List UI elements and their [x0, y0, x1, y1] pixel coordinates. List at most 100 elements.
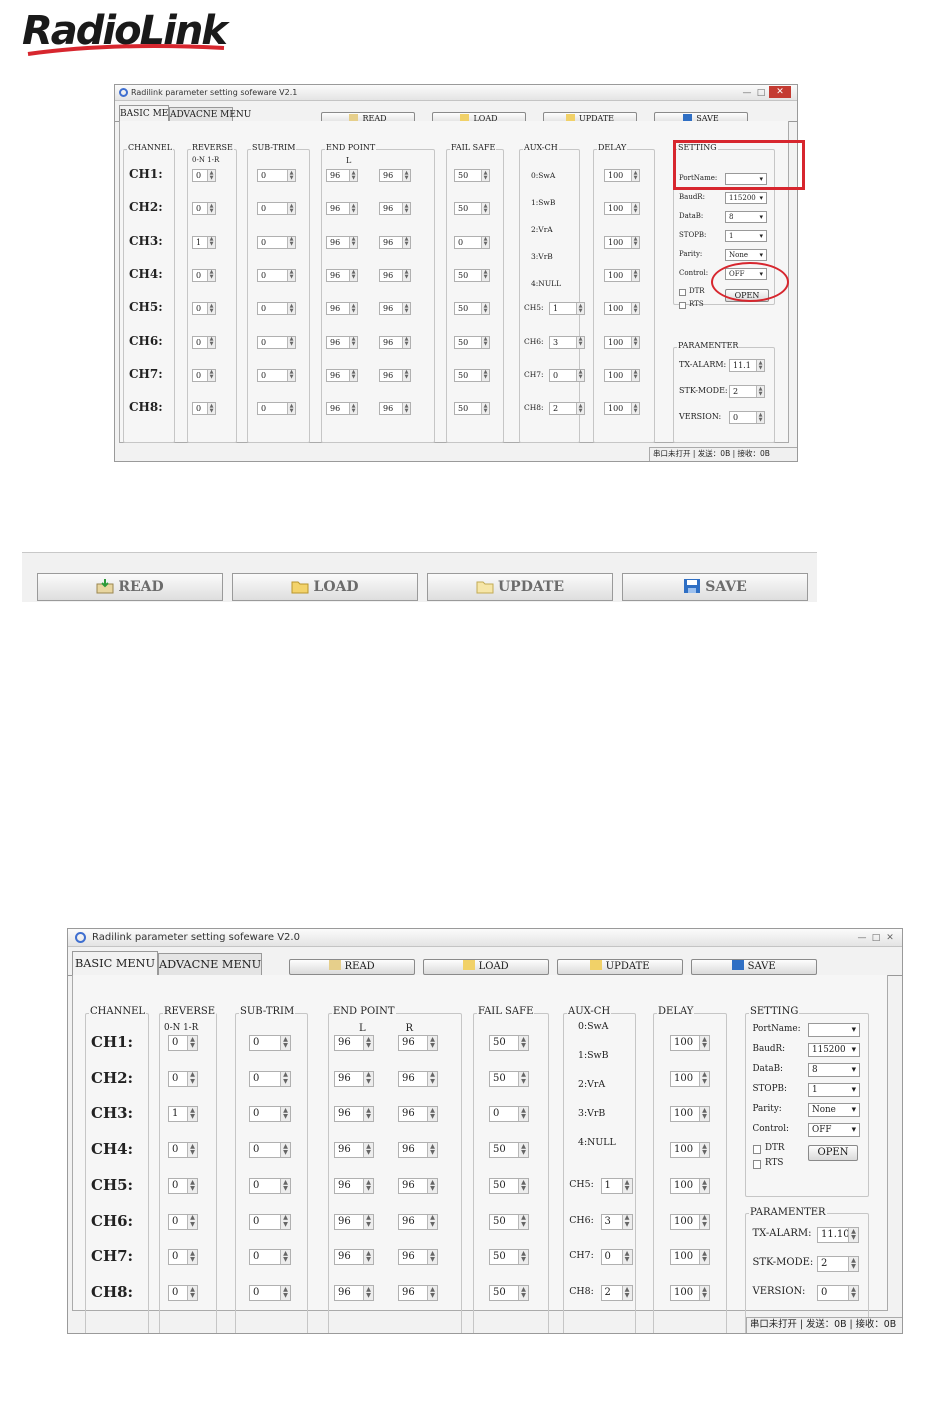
spinner-arrows-icon[interactable]: ▲ ▼ — [280, 1071, 290, 1086]
endpoint-r-spinner-ch3[interactable]: 96 ▲ ▼ — [398, 1106, 438, 1123]
spinner-arrows-icon[interactable]: ▲ ▼ — [481, 403, 489, 415]
tab-basic-menu[interactable]: BASIC MENU — [72, 951, 158, 976]
dtr-checkbox[interactable] — [752, 1145, 762, 1154]
spinner-arrows-icon[interactable]: ▲ ▼ — [427, 1036, 437, 1050]
spinner-arrows-icon[interactable]: ▲ ▼ — [631, 336, 639, 348]
spinner-arrows-icon[interactable]: ▲ ▼ — [631, 203, 639, 215]
reverse-spinner-ch7[interactable]: 0 ▲ ▼ — [192, 368, 216, 382]
spinner-arrows-icon[interactable]: ▲ ▼ — [481, 303, 489, 315]
delay-spinner-ch2[interactable]: 100 ▲ ▼ — [670, 1070, 710, 1087]
reverse-spinner-ch6[interactable]: 0 ▲ ▼ — [168, 1213, 198, 1230]
failsafe-spinner-ch5[interactable]: 50 ▲ ▼ — [454, 302, 490, 316]
reverse-spinner-ch3[interactable]: 1 ▲ ▼ — [192, 235, 216, 249]
endpoint-l-spinner-ch3[interactable]: 96 ▲ ▼ — [334, 1106, 374, 1123]
spinner-arrows-icon[interactable]: ▲ ▼ — [349, 203, 357, 215]
spinner-arrows-icon[interactable]: ▲ ▼ — [402, 403, 410, 415]
spinner-arrows-icon[interactable]: ▲ ▼ — [287, 403, 295, 415]
spinner-arrows-icon[interactable]: ▲ ▼ — [207, 403, 215, 415]
rts-checkbox[interactable] — [752, 1160, 762, 1169]
spinner-arrows-icon[interactable]: ▲ ▼ — [287, 269, 295, 281]
spinner-arrows-icon[interactable]: ▲ ▼ — [699, 1071, 709, 1086]
spinner-arrows-icon[interactable]: ▲ ▼ — [621, 1250, 632, 1265]
spinner-arrows-icon[interactable]: ▲ ▼ — [187, 1250, 197, 1265]
delay-spinner-ch8[interactable]: 100 ▲ ▼ — [670, 1284, 710, 1301]
subtrim-spinner-ch8[interactable]: 0 ▲ ▼ — [249, 1284, 291, 1301]
spinner-arrows-icon[interactable]: ▲ ▼ — [518, 1143, 528, 1158]
spinner-arrows-icon[interactable]: ▲ ▼ — [699, 1143, 709, 1158]
aux-ch-spinner-7[interactable]: 0 ▲ ▼ — [600, 1249, 633, 1266]
spinner-arrows-icon[interactable]: ▲ ▼ — [363, 1285, 373, 1300]
delay-spinner-ch1[interactable]: 100 ▲ ▼ — [670, 1035, 710, 1051]
endpoint-l-spinner-ch1[interactable]: 96 ▲ ▼ — [334, 1035, 374, 1051]
spinner-arrows-icon[interactable]: ▲ ▼ — [363, 1143, 373, 1158]
endpoint-r-spinner-ch6[interactable]: 96 ▲ ▼ — [379, 335, 411, 349]
spinner-arrows-icon[interactable]: ▲ ▼ — [207, 236, 215, 248]
endpoint-l-spinner-ch5[interactable]: 96 ▲ ▼ — [334, 1177, 374, 1194]
endpoint-r-spinner-ch5[interactable]: 96 ▲ ▼ — [379, 302, 411, 316]
stop-bits-select[interactable]: 1 ▾ — [725, 230, 767, 242]
load-button[interactable]: LOAD — [423, 959, 549, 975]
spinner-arrows-icon[interactable]: ▲ ▼ — [427, 1071, 437, 1086]
spinner-arrows-icon[interactable]: ▲ ▼ — [363, 1178, 373, 1193]
endpoint-l-spinner-ch8[interactable]: 96 ▲ ▼ — [334, 1284, 374, 1301]
subtrim-spinner-ch8[interactable]: 0 ▲ ▼ — [257, 402, 296, 416]
spinner-arrows-icon[interactable]: ▲ ▼ — [427, 1250, 437, 1265]
reverse-spinner-ch1[interactable]: 0 ▲ ▼ — [168, 1035, 198, 1051]
endpoint-r-spinner-ch3[interactable]: 96 ▲ ▼ — [379, 235, 411, 249]
spinner-arrows-icon[interactable]: ▲ ▼ — [207, 369, 215, 381]
failsafe-spinner-ch8[interactable]: 50 ▲ ▼ — [454, 402, 490, 416]
spinner-arrows-icon[interactable]: ▲ ▼ — [349, 403, 357, 415]
data-bits-select[interactable]: 8 ▾ — [808, 1063, 860, 1077]
tab-advance-menu[interactable]: ADVACNE MENU — [158, 953, 262, 976]
aux-ch-spinner-8[interactable]: 2 ▲ ▼ — [549, 402, 585, 416]
spinner-arrows-icon[interactable]: ▲ ▼ — [756, 412, 764, 423]
minimize-icon[interactable]: — — [856, 930, 868, 947]
spinner-arrows-icon[interactable]: ▲ ▼ — [280, 1178, 290, 1193]
subtrim-spinner-ch2[interactable]: 0 ▲ ▼ — [249, 1070, 291, 1087]
spinner-arrows-icon[interactable]: ▲ ▼ — [287, 336, 295, 348]
aux-ch-spinner-5[interactable]: 1 ▲ ▼ — [600, 1177, 633, 1194]
spinner-arrows-icon[interactable]: ▲ ▼ — [349, 170, 357, 181]
subtrim-spinner-ch6[interactable]: 0 ▲ ▼ — [249, 1213, 291, 1230]
subtrim-spinner-ch1[interactable]: 0 ▲ ▼ — [257, 169, 296, 182]
spinner-arrows-icon[interactable]: ▲ ▼ — [576, 336, 584, 348]
spinner-arrows-icon[interactable]: ▲ ▼ — [280, 1036, 290, 1050]
tx-alarm-spinner[interactable]: 11.10 ▲ ▼ — [817, 1227, 859, 1243]
failsafe-spinner-ch7[interactable]: 50 ▲ ▼ — [489, 1249, 529, 1266]
spinner-arrows-icon[interactable]: ▲ ▼ — [427, 1214, 437, 1229]
endpoint-l-spinner-ch3[interactable]: 96 ▲ ▼ — [326, 235, 358, 249]
spinner-arrows-icon[interactable]: ▲ ▼ — [402, 269, 410, 281]
strip-read-button[interactable]: READ — [37, 573, 223, 601]
aux-ch-spinner-6[interactable]: 3 ▲ ▼ — [549, 335, 585, 349]
spinner-arrows-icon[interactable]: ▲ ▼ — [848, 1257, 858, 1271]
failsafe-spinner-ch1[interactable]: 50 ▲ ▼ — [489, 1035, 529, 1051]
endpoint-l-spinner-ch6[interactable]: 96 ▲ ▼ — [334, 1213, 374, 1230]
spinner-arrows-icon[interactable]: ▲ ▼ — [756, 360, 764, 371]
strip-load-button[interactable]: LOAD — [232, 573, 418, 601]
spinner-arrows-icon[interactable]: ▲ ▼ — [187, 1178, 197, 1193]
failsafe-spinner-ch1[interactable]: 50 ▲ ▼ — [454, 169, 490, 182]
spinner-arrows-icon[interactable]: ▲ ▼ — [207, 203, 215, 215]
delay-spinner-ch4[interactable]: 100 ▲ ▼ — [670, 1142, 710, 1159]
spinner-arrows-icon[interactable]: ▲ ▼ — [518, 1036, 528, 1050]
reverse-spinner-ch1[interactable]: 0 ▲ ▼ — [192, 169, 216, 182]
spinner-arrows-icon[interactable]: ▲ ▼ — [481, 369, 489, 381]
reverse-spinner-ch8[interactable]: 0 ▲ ▼ — [168, 1284, 198, 1301]
spinner-arrows-icon[interactable]: ▲ ▼ — [518, 1214, 528, 1229]
subtrim-spinner-ch6[interactable]: 0 ▲ ▼ — [257, 335, 296, 349]
endpoint-l-spinner-ch8[interactable]: 96 ▲ ▼ — [326, 402, 358, 416]
spinner-arrows-icon[interactable]: ▲ ▼ — [699, 1250, 709, 1265]
spinner-arrows-icon[interactable]: ▲ ▼ — [349, 303, 357, 315]
spinner-arrows-icon[interactable]: ▲ ▼ — [427, 1107, 437, 1122]
endpoint-r-spinner-ch7[interactable]: 96 ▲ ▼ — [379, 368, 411, 382]
spinner-arrows-icon[interactable]: ▲ ▼ — [287, 236, 295, 248]
open-button[interactable]: OPEN — [808, 1145, 858, 1161]
spinner-arrows-icon[interactable]: ▲ ▼ — [287, 369, 295, 381]
delay-spinner-ch2[interactable]: 100 ▲ ▼ — [604, 202, 640, 216]
spinner-arrows-icon[interactable]: ▲ ▼ — [349, 269, 357, 281]
aux-ch-spinner-7[interactable]: 0 ▲ ▼ — [549, 368, 585, 382]
spinner-arrows-icon[interactable]: ▲ ▼ — [349, 369, 357, 381]
reverse-spinner-ch7[interactable]: 0 ▲ ▼ — [168, 1249, 198, 1266]
spinner-arrows-icon[interactable]: ▲ ▼ — [427, 1178, 437, 1193]
failsafe-spinner-ch4[interactable]: 50 ▲ ▼ — [454, 268, 490, 282]
